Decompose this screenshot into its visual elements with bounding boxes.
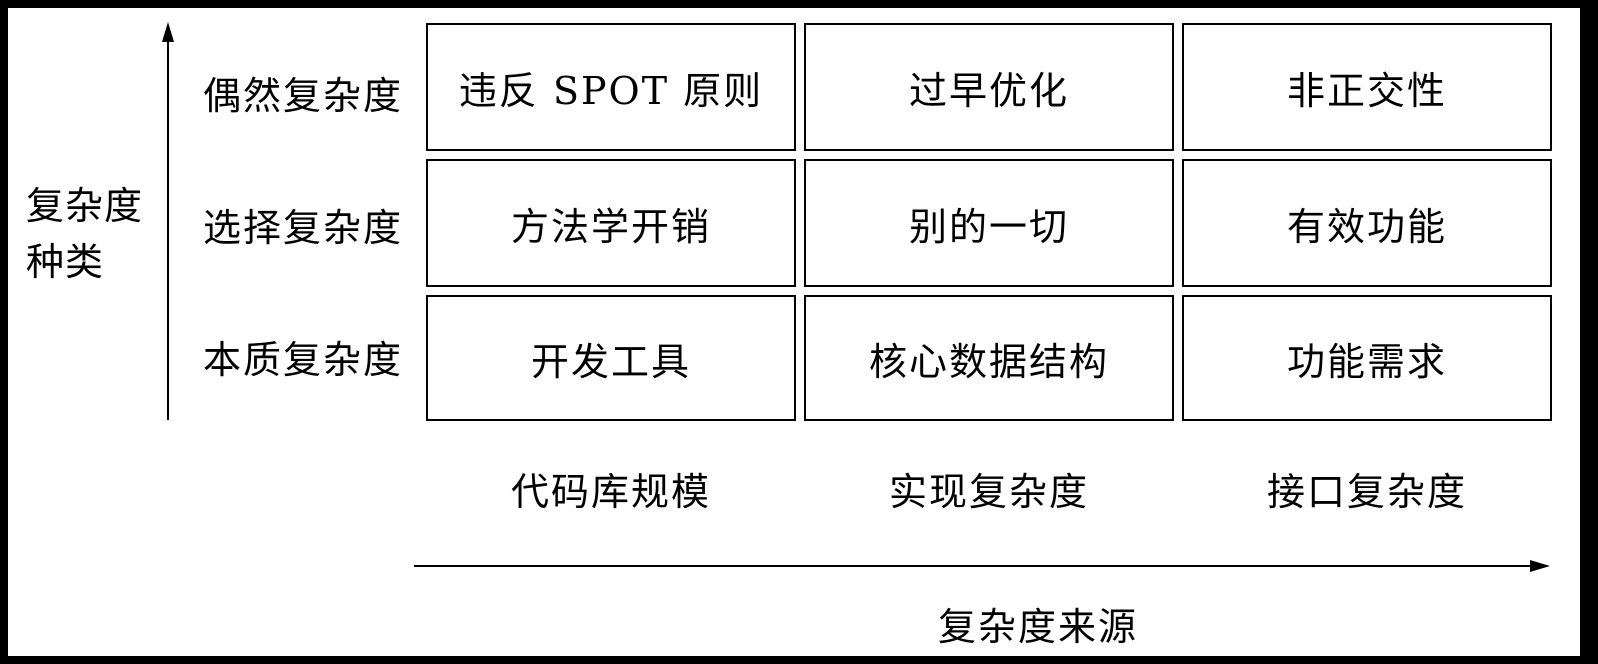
column-label-interface-complexity: 接口复杂度 bbox=[1266, 470, 1467, 514]
y-axis-title-line1: 复杂度 bbox=[26, 184, 144, 228]
column-label-implementation-complexity: 实现复杂度 bbox=[888, 470, 1089, 514]
row-label-accidental: 偶然复杂度 bbox=[203, 74, 404, 118]
cell-choice-codebase: 方法学开销 bbox=[426, 159, 796, 287]
cell-essential-interface: 功能需求 bbox=[1182, 295, 1552, 421]
x-axis-arrowhead bbox=[1530, 560, 1550, 572]
cell-accidental-interface: 非正交性 bbox=[1182, 23, 1552, 151]
row-label-essential: 本质复杂度 bbox=[203, 338, 404, 382]
diagram-canvas: 复杂度 种类 偶然复杂度 选择复杂度 本质复杂度 违反 SPOT 原则 过早优化… bbox=[8, 8, 1580, 656]
cell-accidental-implementation: 过早优化 bbox=[804, 23, 1174, 151]
row-label-choice: 选择复杂度 bbox=[203, 206, 404, 250]
y-axis-title-line2: 种类 bbox=[26, 240, 105, 284]
column-label-codebase-size: 代码库规模 bbox=[510, 470, 711, 514]
cell-accidental-codebase: 违反 SPOT 原则 bbox=[426, 23, 796, 151]
cell-choice-implementation: 别的一切 bbox=[804, 159, 1174, 287]
y-axis-title: 复杂度 种类 bbox=[26, 178, 166, 290]
x-axis-title: 复杂度来源 bbox=[937, 605, 1138, 649]
cell-essential-implementation: 核心数据结构 bbox=[804, 295, 1174, 421]
cell-choice-interface: 有效功能 bbox=[1182, 159, 1552, 287]
cell-essential-codebase: 开发工具 bbox=[426, 295, 796, 421]
y-axis-arrowhead bbox=[162, 22, 174, 42]
